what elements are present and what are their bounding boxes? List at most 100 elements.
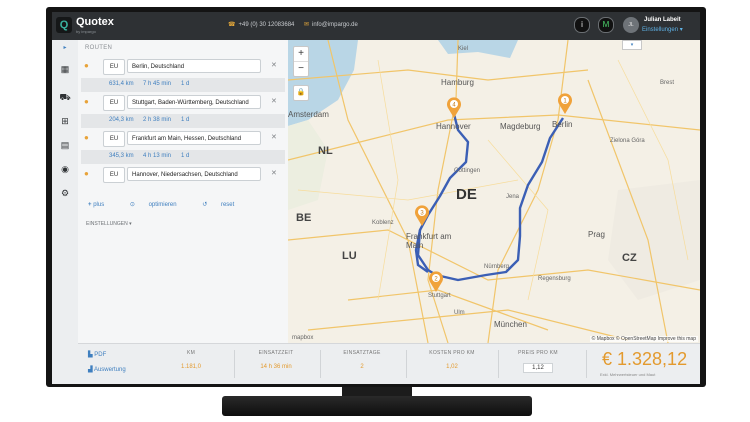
leg-time: 7 h 45 min xyxy=(143,81,172,87)
calculator-icon[interactable]: ▦ xyxy=(52,64,78,75)
mapbox-logo: mapbox xyxy=(292,335,314,341)
evaluation-label: Auswertung xyxy=(93,367,126,373)
address-input[interactable]: Berlin, Deutschland xyxy=(127,59,261,73)
evaluation-link[interactable]: ▟ Auswertung xyxy=(88,366,126,373)
leg-days: 1 d xyxy=(181,117,190,123)
region-select[interactable]: EU xyxy=(103,95,125,111)
leg-time: 2 h 38 min xyxy=(143,117,172,123)
phone-icon: ☎ xyxy=(228,22,236,28)
user-name: Julian Labeit xyxy=(644,17,681,23)
remove-stop-icon[interactable]: ✕ xyxy=(271,169,277,177)
route-stop: ● EU Stuttgart, Baden-Württemberg, Deuts… xyxy=(81,94,285,112)
route-markers: 1 2 3 4 xyxy=(415,93,572,292)
divider xyxy=(320,350,321,378)
address-input[interactable]: Frankfurt am Main, Hessen, Deutschland xyxy=(127,131,261,145)
leg-days: 1 d xyxy=(181,153,190,159)
leg-distance: 204,3 km xyxy=(109,117,134,123)
divider xyxy=(498,350,499,378)
km-summary: KM 1.181,0 xyxy=(156,350,226,370)
time-summary: EINSATZZEIT 14 h 36 min xyxy=(238,350,314,370)
price-per-km-input[interactable]: 1,12 xyxy=(523,363,553,373)
map-attribution[interactable]: © Mapbox © OpenStreetMap Improve this ma… xyxy=(589,336,698,342)
app-name: Quotex xyxy=(76,16,114,28)
leg-time: 4 h 13 min xyxy=(143,153,172,159)
price-summary: PREIS PRO KM 1,12 xyxy=(502,350,574,374)
m-button[interactable]: M xyxy=(598,17,614,33)
zoom-control: + − xyxy=(293,46,309,77)
reset-label: reset xyxy=(220,202,235,208)
pdf-link[interactable]: ▙ PDF xyxy=(88,351,106,358)
tag-icon[interactable]: ◉ xyxy=(52,164,78,175)
reset-icon: ↺ xyxy=(202,202,208,208)
cost-value: 1,02 xyxy=(446,364,458,370)
monitor-stand xyxy=(222,396,532,416)
zoom-out-button[interactable]: − xyxy=(294,62,308,76)
km-label: KM xyxy=(186,350,196,356)
email-address: info@impargo.de xyxy=(312,22,358,28)
zoom-in-button[interactable]: + xyxy=(294,47,308,62)
route-map[interactable]: Hamburg Hannover Berlin Magdeburg Göttin… xyxy=(288,40,700,343)
user-settings-link[interactable]: Einstellungen ▾ xyxy=(642,26,683,33)
route-actions: + plus ⊙ optimieren ↺ reset xyxy=(88,201,258,208)
pin-icon: ● xyxy=(84,61,89,70)
avatar[interactable]: JL xyxy=(623,17,639,33)
days-summary: EINSATZTAGE 2 xyxy=(324,350,400,370)
map-marker[interactable]: 3 xyxy=(415,205,429,226)
days-label: EINSATZTAGE xyxy=(343,350,381,356)
add-stop-button[interactable]: + plus xyxy=(88,202,116,208)
map-style-dropdown[interactable]: ▾ xyxy=(622,40,642,50)
info-button[interactable]: i xyxy=(574,17,590,33)
settings-toggle[interactable]: EINSTELLUNGEN ▾ xyxy=(86,221,132,227)
add-box-icon[interactable]: ⊞ xyxy=(52,116,78,127)
address-input[interactable]: Hannover, Niedersachsen, Deutschland xyxy=(127,167,261,181)
map-marker[interactable]: 2 xyxy=(429,271,443,292)
price-label: PREIS PRO KM xyxy=(518,350,558,356)
routes-panel: ROUTEN ● EU Berlin, Deutschland ✕ 631,4 … xyxy=(78,40,288,343)
map-marker[interactable]: 4 xyxy=(447,97,461,118)
app-screen: Q Quotex by impargo ☎ +49 (0) 30 12083684… xyxy=(52,12,700,384)
pdf-label: PDF xyxy=(94,352,107,358)
settings-icon[interactable]: ⚙ xyxy=(52,188,78,199)
remove-stop-icon[interactable]: ✕ xyxy=(271,133,277,141)
region-select[interactable]: EU xyxy=(103,167,125,183)
time-value: 14 h 36 min xyxy=(260,364,292,370)
address-input[interactable]: Stuttgart, Baden-Württemberg, Deutschlan… xyxy=(127,95,261,109)
settings-label: EINSTELLUNGEN xyxy=(86,221,128,227)
optimize-button[interactable]: ⊙ optimieren xyxy=(130,202,189,208)
divider xyxy=(406,350,407,378)
id-card-icon[interactable]: ▤ xyxy=(52,140,78,151)
remove-stop-icon[interactable]: ✕ xyxy=(271,97,277,105)
collapse-icon[interactable]: ▸ xyxy=(52,44,78,51)
time-label: EINSATZZEIT xyxy=(258,350,294,356)
truck-icon[interactable]: ⛟ xyxy=(52,92,78,104)
summary-bar: ▙ PDF ▟ Auswertung KM 1.181,0 EINSATZZEI… xyxy=(78,343,700,384)
leg-days: 1 d xyxy=(181,81,190,87)
route-stop: ● EU Hannover, Niedersachsen, Deutschlan… xyxy=(81,166,285,184)
divider xyxy=(586,350,587,378)
phone-contact[interactable]: ☎ +49 (0) 30 12083684 xyxy=(228,21,294,28)
divider xyxy=(234,350,235,378)
pin-icon: ● xyxy=(84,133,89,142)
map-marker[interactable]: 1 xyxy=(558,93,572,114)
sidebar: ▸ ▦ ⛟ ⊞ ▤ ◉ ⚙ xyxy=(52,40,79,384)
days-value: 2 xyxy=(360,364,364,370)
km-value: 1.181,0 xyxy=(180,364,202,370)
pin-icon: ● xyxy=(84,97,89,106)
cost-label: KOSTEN PRO KM xyxy=(429,350,475,356)
remove-stop-icon[interactable]: ✕ xyxy=(271,61,277,69)
lock-icon[interactable]: 🔒 xyxy=(293,85,309,101)
logo-icon: Q xyxy=(56,17,72,33)
mail-icon: ✉ xyxy=(304,22,310,28)
add-stop-label: plus xyxy=(93,202,105,208)
pdf-icon: ▙ xyxy=(88,352,93,358)
optimize-label: optimieren xyxy=(148,202,177,208)
region-select[interactable]: EU xyxy=(103,59,125,75)
route-leg: 345,3 km 4 h 13 min 1 d xyxy=(81,150,285,164)
leg-distance: 631,4 km xyxy=(109,81,134,87)
route-leg: 631,4 km 7 h 45 min 1 d xyxy=(81,78,285,92)
region-select[interactable]: EU xyxy=(103,131,125,147)
optimize-icon: ⊙ xyxy=(129,202,135,208)
cost-summary: KOSTEN PRO KM 1,02 xyxy=(412,350,492,370)
reset-button[interactable]: ↺ reset xyxy=(202,202,246,208)
email-contact[interactable]: ✉ info@impargo.de xyxy=(304,21,358,28)
